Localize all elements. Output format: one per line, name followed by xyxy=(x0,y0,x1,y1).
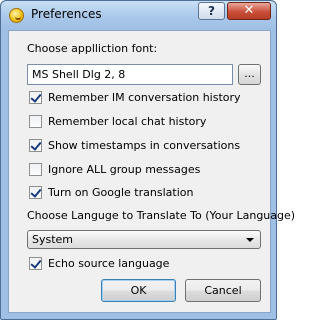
smiley-app-icon xyxy=(9,8,24,23)
dropdown-arrow-icon xyxy=(246,238,254,242)
checkbox[interactable] xyxy=(29,186,42,199)
checkbox[interactable] xyxy=(29,257,42,270)
language-dropdown[interactable]: System xyxy=(27,230,261,249)
language-selected: System xyxy=(32,233,74,246)
checkbox-label: Turn on Google translation xyxy=(48,186,194,199)
title-bar[interactable]: Preferences ? ✕ xyxy=(1,1,276,29)
help-button[interactable]: ? xyxy=(198,2,225,20)
checkbox[interactable] xyxy=(29,115,42,128)
font-field[interactable]: MS Shell Dlg 2, 8 xyxy=(27,64,233,85)
dialog-body: Choose applliction font: MS Shell Dlg 2,… xyxy=(8,30,295,313)
checkbox-label: Ignore ALL group messages xyxy=(48,163,201,176)
checkbox-label: Remember IM conversation history xyxy=(48,91,241,104)
checkbox-label: Remember local chat history xyxy=(48,115,207,128)
checkbox-label: Echo source language xyxy=(48,257,170,270)
checkbox[interactable] xyxy=(29,91,42,104)
cancel-button[interactable]: Cancel xyxy=(185,279,261,302)
language-label: Choose Languge to Translate To (Your Lan… xyxy=(27,209,296,222)
close-button[interactable]: ✕ xyxy=(227,2,271,20)
checkbox-label: Show timestamps in conversations xyxy=(48,139,241,152)
preferences-dialog: Preferences ? ✕ Choose applliction font:… xyxy=(0,0,295,320)
font-label: Choose applliction font: xyxy=(27,42,158,55)
window-title: Preferences xyxy=(31,7,102,21)
checkbox[interactable] xyxy=(29,163,42,176)
checkbox[interactable] xyxy=(29,139,42,152)
ok-button[interactable]: OK xyxy=(101,279,176,302)
font-browse-button[interactable]: ... xyxy=(238,64,261,85)
